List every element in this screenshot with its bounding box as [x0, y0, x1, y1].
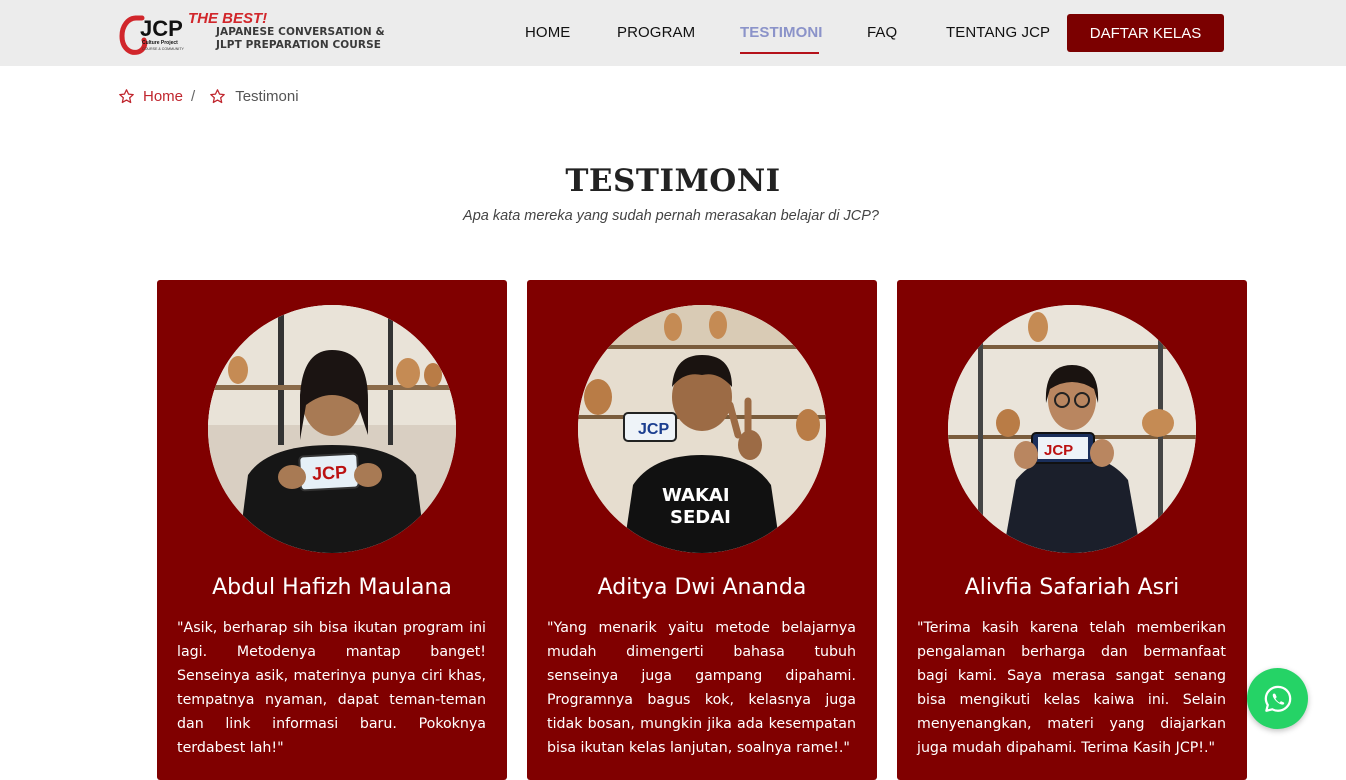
- shirt-text-line2: SEDAI: [670, 507, 731, 528]
- testimonial-name: Aditya Dwi Ananda: [597, 575, 807, 600]
- svg-text:Culture Project: Culture Project: [142, 40, 178, 46]
- star-icon: [210, 88, 226, 103]
- star-icon: [119, 88, 134, 103]
- site-logo[interactable]: JCP Culture Project COURSE & COMMUNITY T…: [118, 10, 385, 56]
- breadcrumb-separator: /: [191, 87, 196, 105]
- logo-line-2: JLPT PREPARATION COURSE: [216, 39, 382, 51]
- logo-letters: JCP: [140, 16, 183, 41]
- breadcrumb: Home / Testimoni: [118, 86, 299, 106]
- section-title: TESTIMONI: [565, 163, 781, 199]
- nav-home[interactable]: HOME: [525, 24, 570, 41]
- breadcrumb-current: Testimoni: [235, 87, 299, 105]
- testimonial-card: JCP Abdul Hafizh Maulana "Asik, berharap…: [157, 280, 507, 780]
- testimonial-quote: "Asik, berharap sih bisa ikutan program …: [177, 620, 486, 756]
- svg-text:JCP: JCP: [312, 462, 348, 484]
- testimonial-photo: JCP: [948, 305, 1196, 553]
- logo-tagline: THE BEST!: [188, 10, 268, 27]
- whatsapp-icon: [1264, 685, 1291, 712]
- section-subtitle: Apa kata mereka yang sudah pernah merasa…: [463, 208, 879, 224]
- nav-tentang-jcp[interactable]: TENTANG JCP: [946, 24, 1050, 41]
- whatsapp-button[interactable]: [1247, 668, 1308, 729]
- testimonial-photo: JCP: [208, 305, 456, 553]
- testimonial-name: Alivfia Safariah Asri: [964, 575, 1180, 600]
- logo-line-1: JAPANESE CONVERSATION &: [216, 26, 385, 38]
- nav-testimoni[interactable]: TESTIMONI: [740, 24, 823, 41]
- nav-active-underline: [740, 52, 819, 54]
- nav-program[interactable]: PROGRAM: [617, 24, 695, 41]
- testimonial-photo: WAKAI SEDAI JCP: [578, 305, 826, 553]
- testimonial-name: Abdul Hafizh Maulana: [212, 575, 452, 600]
- daftar-kelas-button[interactable]: DAFTAR KELAS: [1067, 14, 1224, 52]
- shirt-text-line1: WAKAI: [662, 485, 730, 506]
- svg-text:COURSE & COMMUNITY: COURSE & COMMUNITY: [142, 47, 185, 51]
- testimonial-card: WAKAI SEDAI JCP Aditya Dwi Ananda "Yang …: [527, 280, 877, 780]
- svg-text:JCP: JCP: [638, 421, 669, 438]
- testimonial-card: JCP Alivfia Safariah Asri "Terima kasih …: [897, 280, 1247, 780]
- jcp-logo-icon: JCP Culture Project COURSE & COMMUNITY: [119, 15, 185, 55]
- nav-faq[interactable]: FAQ: [867, 24, 897, 41]
- site-header: JCP Culture Project COURSE & COMMUNITY T…: [0, 0, 1346, 66]
- testimonial-quote: "Yang menarik yaitu metode belajarnya mu…: [547, 620, 856, 756]
- breadcrumb-home-link[interactable]: Home: [143, 88, 183, 105]
- testimonial-quote: "Terima kasih karena telah memberikan pe…: [917, 620, 1226, 756]
- svg-text:JCP: JCP: [1044, 442, 1073, 459]
